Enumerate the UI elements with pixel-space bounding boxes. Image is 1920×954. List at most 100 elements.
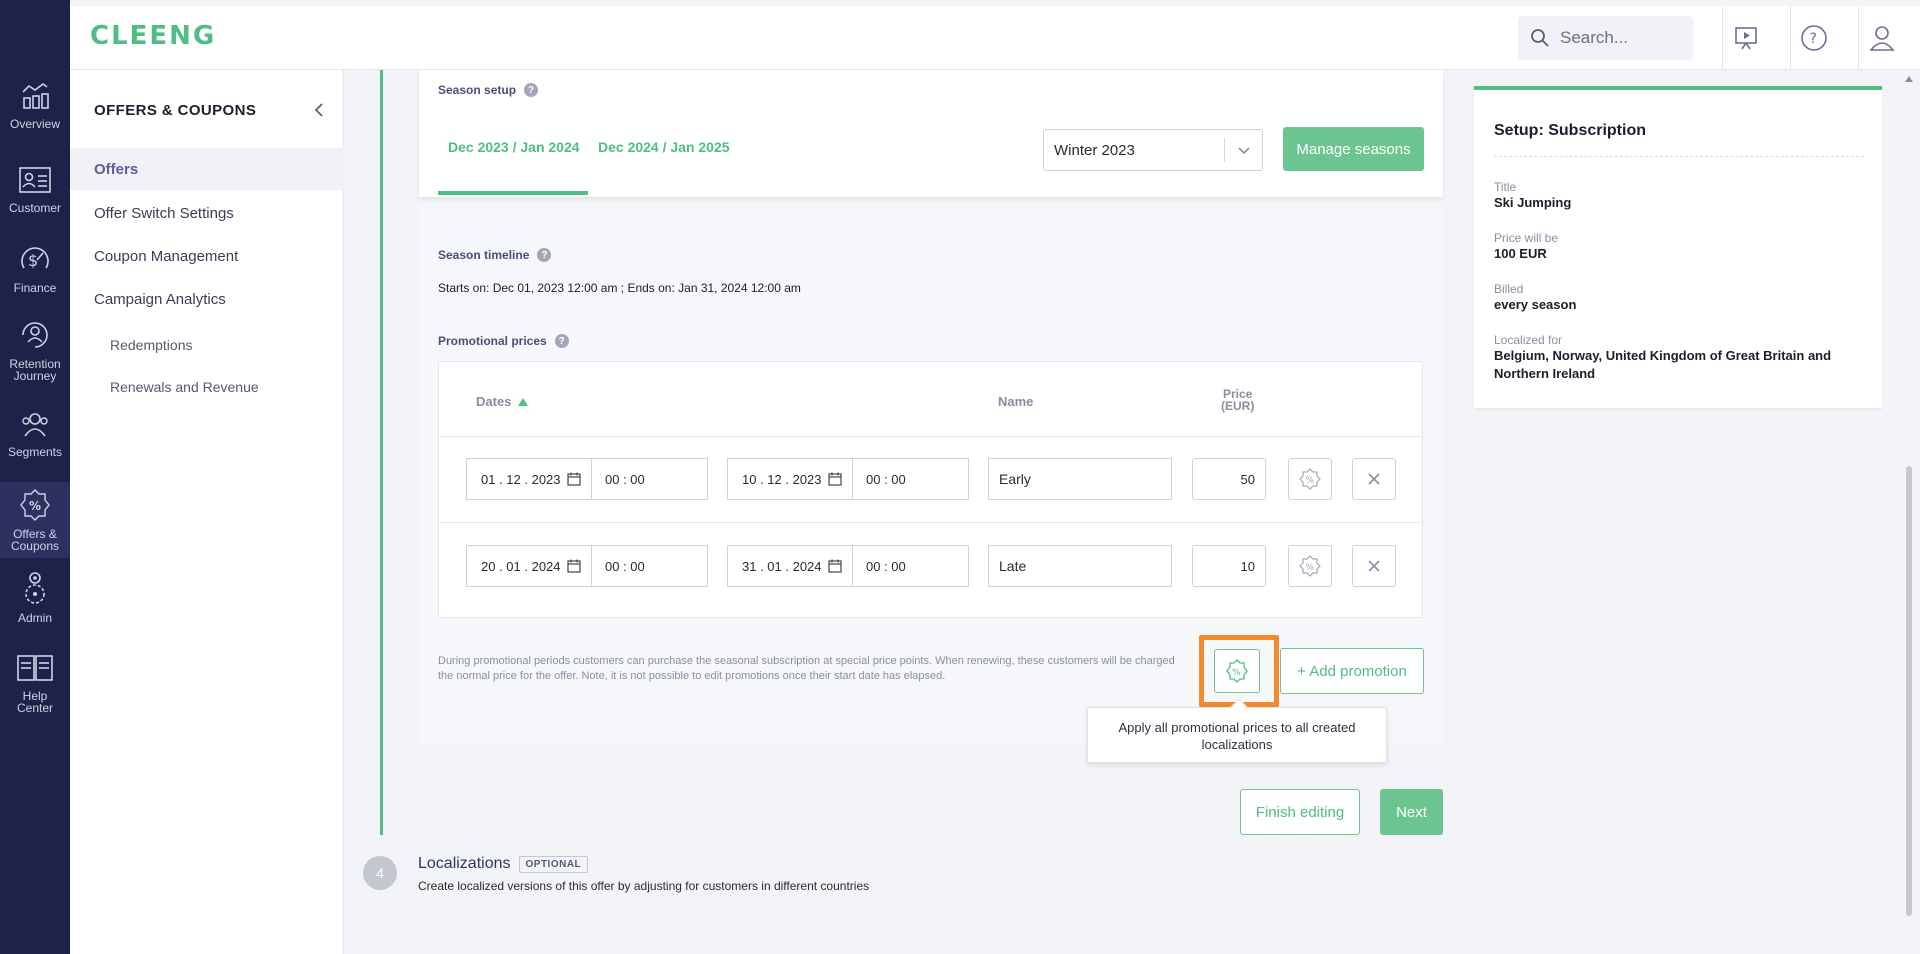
- end-time-input[interactable]: 00 : 00: [852, 458, 969, 500]
- page-scrollbar[interactable]: [1903, 70, 1915, 954]
- season-setup-text: Season setup: [438, 83, 517, 97]
- season-select-value: Winter 2023: [1054, 141, 1135, 159]
- promotion-name-value: Early: [999, 471, 1031, 487]
- sidebar-item-coupon-management[interactable]: Coupon Management: [70, 235, 344, 277]
- divider: [1790, 6, 1791, 70]
- help-circle-icon[interactable]: ?: [524, 83, 539, 97]
- rail-label: Segments: [7, 445, 63, 459]
- summary-value-price: 100 EUR: [1494, 246, 1547, 261]
- rail-label: Help Center: [16, 689, 54, 715]
- end-date-input[interactable]: 10 . 12 . 2023: [727, 458, 853, 500]
- presentation-button[interactable]: [1728, 20, 1764, 56]
- start-time-input[interactable]: 00 : 00: [591, 545, 708, 587]
- svg-text:%: %: [1306, 476, 1315, 486]
- step-progress-line: [380, 70, 383, 835]
- sidebar-item-offers[interactable]: Offers: [70, 148, 344, 190]
- rail-label: Overview: [9, 117, 60, 131]
- rail-item-overview[interactable]: Overview: [0, 80, 70, 130]
- optional-badge: OPTIONAL: [518, 855, 589, 873]
- tab-season-2024[interactable]: Dec 2024 / Jan 2025: [598, 139, 730, 155]
- season-timeline-value: Starts on: Dec 01, 2023 12:00 am ; Ends …: [438, 281, 801, 295]
- start-time-input[interactable]: 00 : 00: [591, 458, 708, 500]
- summary-label-title: Title: [1494, 180, 1517, 194]
- rail-item-offers-coupons[interactable]: % Offers & Coupons: [0, 482, 70, 558]
- brand-logo[interactable]: CLEENG: [90, 21, 216, 51]
- promotion-price-input[interactable]: 10: [1192, 545, 1266, 587]
- presentation-play-icon: [1735, 27, 1757, 50]
- next-button[interactable]: Next: [1380, 789, 1443, 835]
- price-header-line2: (EUR): [1221, 399, 1255, 413]
- calendar-icon: [828, 472, 842, 486]
- apply-promotion-localizations-button[interactable]: %: [1288, 458, 1332, 500]
- add-promotion-button[interactable]: + Add promotion: [1280, 648, 1424, 694]
- start-date-input[interactable]: 01 . 12 . 2023: [466, 458, 592, 500]
- tab-season-2023[interactable]: Dec 2023 / Jan 2024: [448, 139, 580, 155]
- help-circle-icon[interactable]: ?: [537, 248, 552, 262]
- percent-badge-icon: %: [1299, 468, 1321, 490]
- end-date-input[interactable]: 31 . 01 . 2024: [727, 545, 853, 587]
- close-icon: [1368, 473, 1380, 485]
- divider: [1722, 6, 1723, 70]
- rail-label: Offers & Coupons: [10, 527, 60, 553]
- column-header-dates[interactable]: Dates: [476, 394, 529, 409]
- dollar-gauge-icon: $: [21, 247, 49, 270]
- summary-value-title: Ski Jumping: [1494, 195, 1572, 210]
- users-group-icon: [22, 413, 48, 437]
- active-tab-indicator: [438, 191, 588, 195]
- top-bar: CLEENG ?: [70, 6, 1920, 70]
- row-divider: [439, 436, 1422, 437]
- secondary-sidebar: OFFERS & COUPONS Offers Offer Switch Set…: [70, 70, 344, 954]
- sidebar-item-offer-switch-settings[interactable]: Offer Switch Settings: [70, 192, 344, 234]
- calendar-icon: [828, 559, 842, 573]
- promotion-price-value: 50: [1240, 471, 1255, 487]
- remove-promotion-button[interactable]: [1352, 458, 1396, 500]
- promotional-prices-text: Promotional prices: [438, 334, 547, 348]
- left-rail: Overview Customer $ Finance Retention Jo…: [0, 0, 70, 954]
- end-time-value: 00 : 00: [866, 471, 906, 487]
- sidebar-subitem-redemptions[interactable]: Redemptions: [110, 337, 193, 353]
- summary-value-localized: Belgium, Norway, United Kingdom of Great…: [1494, 348, 1832, 381]
- apply-promotion-localizations-button[interactable]: %: [1288, 545, 1332, 587]
- rail-item-segments[interactable]: Segments: [0, 410, 70, 458]
- rail-item-admin[interactable]: Admin: [0, 570, 70, 624]
- calendar-icon: [567, 559, 581, 573]
- remove-promotion-button[interactable]: [1352, 545, 1396, 587]
- rail-item-help-center[interactable]: Help Center: [0, 652, 70, 714]
- start-date-input[interactable]: 20 . 01 . 2024: [466, 545, 592, 587]
- apply-all-promotions-button[interactable]: %: [1214, 649, 1260, 693]
- season-select[interactable]: Winter 2023: [1043, 129, 1263, 171]
- step-localizations-title[interactable]: Localizations OPTIONAL: [418, 855, 589, 873]
- sidebar-subitem-renewals-revenue[interactable]: Renewals and Revenue: [110, 379, 259, 395]
- promotion-price-input[interactable]: 50: [1192, 458, 1266, 500]
- promotion-name-value: Late: [999, 558, 1027, 574]
- step-title-text: Localizations: [418, 855, 511, 872]
- promotions-table: Dates Name Price (EUR) 01 . 12 . 2023 00…: [438, 361, 1423, 618]
- rail-label: Customer: [8, 201, 61, 215]
- promotion-price-value: 10: [1240, 558, 1255, 574]
- scroll-up-icon: [1905, 76, 1913, 82]
- help-circle-icon[interactable]: ?: [554, 334, 569, 348]
- rail-item-retention-journey[interactable]: Retention Journey: [0, 318, 70, 382]
- search-input[interactable]: [1560, 28, 1680, 48]
- rail-item-finance[interactable]: $ Finance: [0, 242, 70, 294]
- svg-text:?: ?: [1810, 31, 1817, 47]
- search-icon: [1531, 29, 1549, 47]
- promotion-name-input[interactable]: Late: [988, 545, 1172, 587]
- collapse-sidebar-button[interactable]: [310, 100, 330, 120]
- promotion-name-input[interactable]: Early: [988, 458, 1172, 500]
- rail-label: Admin: [17, 611, 52, 625]
- dates-header-text: Dates: [476, 394, 512, 409]
- rail-item-customer[interactable]: Customer: [0, 164, 70, 214]
- apply-all-tooltip: Apply all promotional prices to all crea…: [1087, 698, 1387, 763]
- manage-seasons-button[interactable]: Manage seasons: [1283, 127, 1424, 171]
- user-menu-button[interactable]: [1864, 20, 1900, 56]
- svg-text:$: $: [28, 251, 38, 270]
- divider: [1858, 6, 1859, 70]
- sidebar-item-campaign-analytics[interactable]: Campaign Analytics: [70, 278, 344, 320]
- search-box[interactable]: [1518, 16, 1693, 60]
- end-time-input[interactable]: 00 : 00: [852, 545, 969, 587]
- help-button[interactable]: ?: [1796, 20, 1832, 56]
- scrollbar-thumb[interactable]: [1906, 466, 1912, 916]
- chart-line-icon: [22, 83, 49, 109]
- finish-editing-button[interactable]: Finish editing: [1240, 789, 1360, 835]
